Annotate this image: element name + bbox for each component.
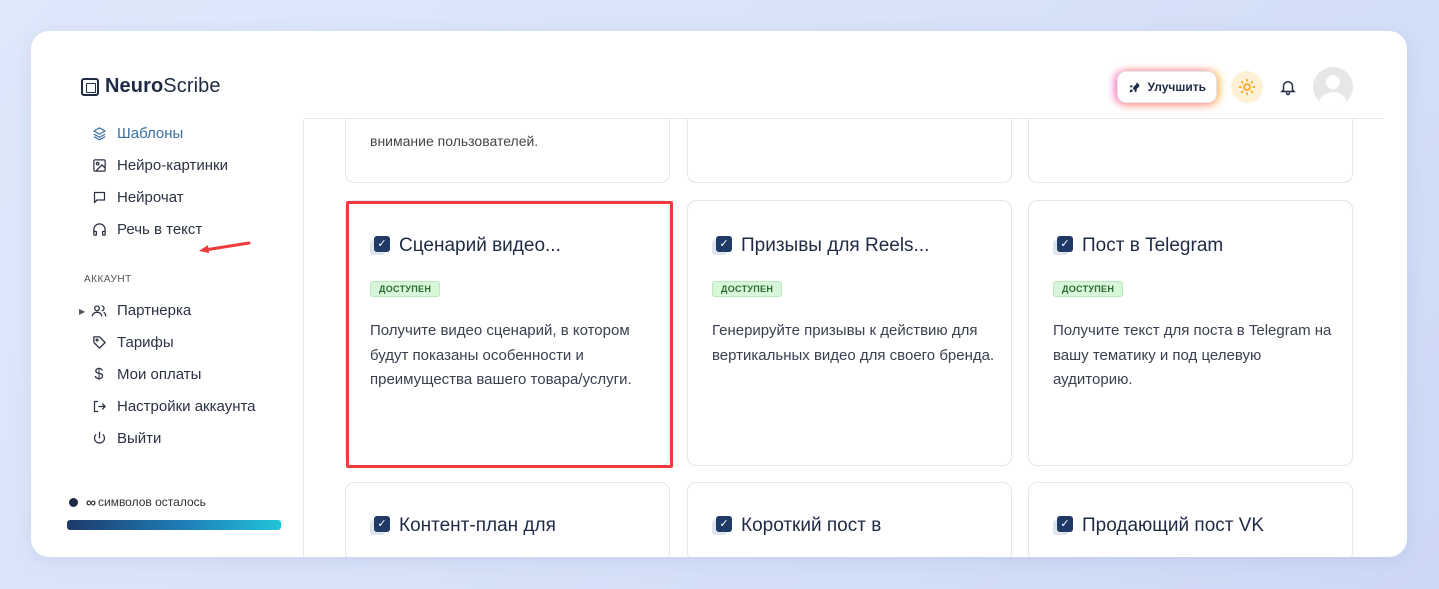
image-icon	[91, 158, 107, 174]
template-card-content-plan[interactable]: ✓ Контент-план для	[345, 482, 670, 557]
sidebar-item-label: Тарифы	[117, 334, 174, 351]
sidebar-item-partner[interactable]: Партнерка	[91, 302, 191, 319]
status-badge: ДОСТУПЕН	[1053, 281, 1124, 297]
sidebar-item-neuro-images[interactable]: Нейро-картинки	[91, 157, 228, 174]
login-icon	[91, 399, 107, 415]
layers-icon	[91, 126, 107, 142]
sidebar-item-label: Нейрочат	[117, 189, 184, 206]
infinity-icon: ∞	[86, 494, 96, 510]
template-card[interactable]	[687, 119, 1012, 183]
credits-text: символов осталось	[97, 495, 206, 509]
card-title: ✓ Короткий пост в	[712, 515, 881, 537]
sidebar-item-payments[interactable]: $ Мои оплаты	[91, 365, 202, 384]
red-highlight-box	[346, 201, 673, 468]
sidebar-item-label: Шаблоны	[117, 125, 184, 142]
card-title: ✓ Пост в Telegram	[1053, 235, 1223, 257]
card-description: внимание пользователей.	[370, 133, 539, 149]
brand-logo[interactable]: NeuroScribe	[81, 75, 221, 98]
card-title: ✓ Контент-план для	[370, 515, 556, 537]
app-window: NeuroScribe Улучшить Шаблоны Нейро-карти…	[31, 31, 1407, 557]
status-dot	[69, 497, 78, 507]
template-card-vk-post[interactable]: ✓ Продающий пост VK	[1028, 482, 1353, 557]
tag-icon	[91, 335, 107, 351]
status-badge: ДОСТУПЕН	[712, 281, 783, 297]
template-card-telegram-post[interactable]: ✓ Пост в Telegram ДОСТУПЕН Получите текс…	[1028, 200, 1353, 466]
sun-icon	[1238, 78, 1256, 96]
power-icon	[91, 431, 107, 447]
chevron-right-icon[interactable]: ▶	[79, 307, 85, 316]
sidebar-item-neurochat[interactable]: Нейрочат	[91, 189, 184, 206]
sidebar-item-label: Партнерка	[117, 302, 192, 319]
sidebar-item-label: Речь в текст	[117, 221, 203, 238]
sidebar-item-speech-to-text[interactable]: Речь в текст	[91, 221, 202, 238]
card-title: ✓ Продающий пост VK	[1053, 515, 1264, 537]
card-description: Генерируйте призывы к действию для верти…	[712, 322, 995, 364]
dollar-icon: $	[94, 365, 104, 383]
bell-icon	[1280, 81, 1296, 96]
header-actions: Улучшить	[1116, 67, 1353, 107]
checkbox-icon: ✓	[712, 236, 732, 256]
theme-toggle-button[interactable]	[1231, 71, 1263, 103]
upgrade-label: Улучшить	[1147, 80, 1206, 94]
checkbox-icon: ✓	[1053, 236, 1073, 256]
sidebar-item-label: Нейро-картинки	[117, 157, 228, 174]
account-section-label: АККАУНТ	[84, 274, 132, 285]
chat-icon	[91, 190, 107, 206]
template-card[interactable]: внимание пользователей.	[345, 119, 670, 183]
sidebar-item-label: Мои оплаты	[117, 366, 202, 383]
notifications-button[interactable]	[1277, 76, 1299, 98]
credits-progress-bar	[67, 520, 281, 530]
brand-name: NeuroScribe	[105, 75, 221, 97]
sidebar-item-account-settings[interactable]: Настройки аккаунта	[91, 398, 256, 415]
sidebar-item-logout[interactable]: Выйти	[91, 430, 161, 447]
red-annotation-arrow	[199, 241, 251, 253]
headphones-icon	[91, 222, 107, 238]
template-card-short-post[interactable]: ✓ Короткий пост в	[687, 482, 1012, 557]
template-card[interactable]	[1028, 119, 1353, 183]
template-card-reels-cta[interactable]: ✓ Призывы для Reels... ДОСТУПЕН Генериру…	[687, 200, 1012, 466]
sidebar-item-label: Выйти	[117, 430, 162, 447]
checkbox-icon: ✓	[1053, 516, 1073, 536]
card-description: Получите текст для поста в Telegram на в…	[1053, 322, 1332, 388]
logo-icon	[81, 77, 99, 96]
checkbox-icon: ✓	[712, 516, 732, 536]
credits-remaining: ∞ символов осталось	[69, 494, 206, 510]
sidebar: Шаблоны Нейро-картинки Нейрочат Речь в т…	[31, 119, 304, 557]
credits-progress-fill	[67, 520, 281, 530]
checkbox-icon: ✓	[370, 516, 390, 536]
rocket-icon	[1129, 82, 1139, 92]
sidebar-item-label: Настройки аккаунта	[117, 398, 256, 415]
users-icon	[91, 303, 107, 319]
upgrade-button[interactable]: Улучшить	[1116, 71, 1217, 103]
sidebar-item-templates[interactable]: Шаблоны	[91, 125, 183, 142]
sidebar-item-tariffs[interactable]: Тарифы	[91, 334, 174, 351]
card-title: ✓ Призывы для Reels...	[712, 235, 929, 257]
user-avatar[interactable]	[1313, 67, 1353, 107]
